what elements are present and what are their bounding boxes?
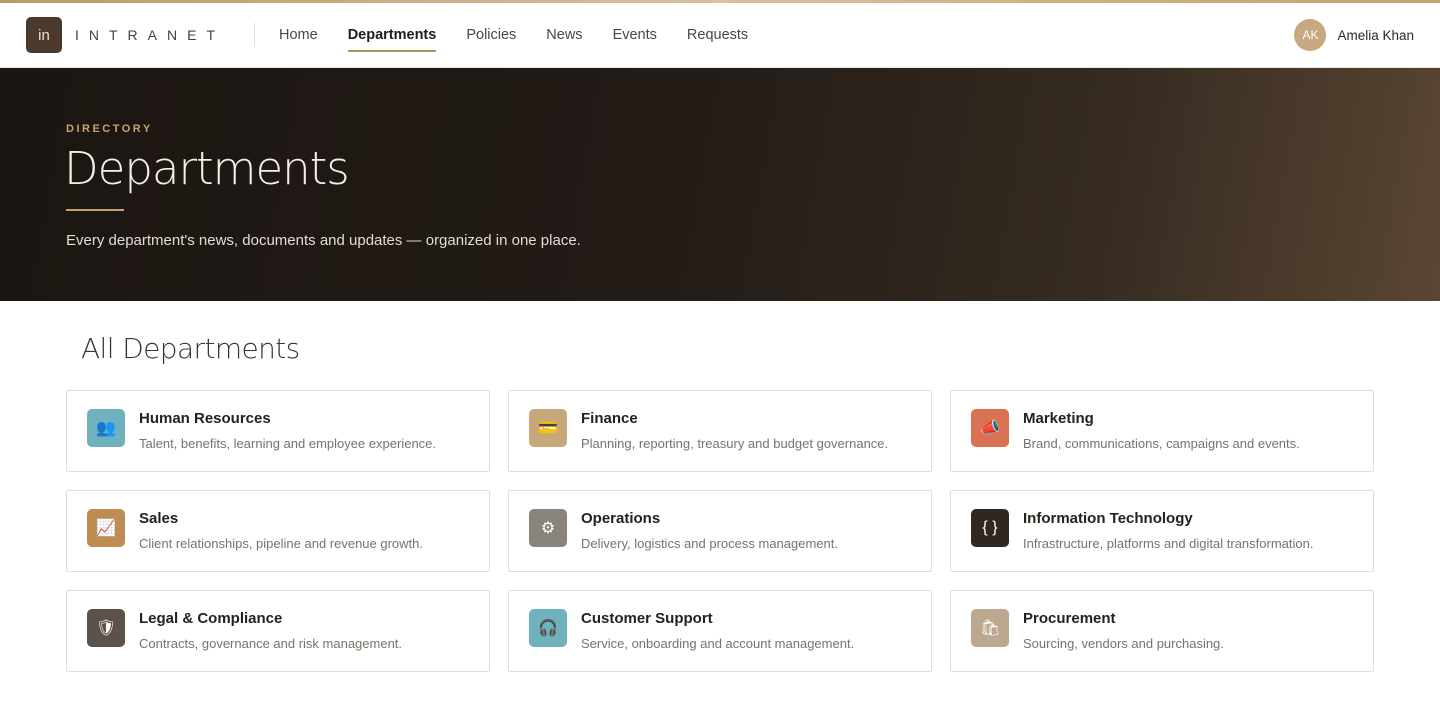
department-card-procurement[interactable]: 🛍 Procurement Sourcing, vendors and purc… [950, 590, 1374, 672]
nav-item-policies[interactable]: Policies [466, 3, 516, 67]
main-nav: Home Departments Policies News Events Re… [279, 3, 778, 67]
nav-item-home[interactable]: Home [279, 3, 318, 67]
department-name: Finance [581, 410, 638, 427]
department-description: Contracts, governance and risk managemen… [139, 636, 403, 651]
department-name: Operations [581, 510, 661, 527]
hero-kicker: DIRECTORY [66, 123, 153, 135]
department-name: Procurement [1023, 610, 1116, 627]
code-braces-icon: { } [971, 509, 1009, 547]
department-name: Marketing [1023, 410, 1094, 427]
user-menu[interactable]: AK Amelia Khan [1294, 19, 1414, 51]
chart-up-icon: 📈 [87, 509, 125, 547]
hero-subtitle: Every department's news, documents and u… [66, 232, 581, 249]
page-title: Departments [64, 142, 350, 195]
gear-icon: ⚙ [529, 509, 567, 547]
department-description: Client relationships, pipeline and reven… [139, 536, 424, 551]
nav-item-requests[interactable]: Requests [687, 3, 748, 67]
department-card-sales[interactable]: 📈 Sales Client relationships, pipeline a… [66, 490, 490, 572]
header-divider [254, 23, 255, 47]
department-card-finance[interactable]: 💳 Finance Planning, reporting, treasury … [508, 390, 932, 472]
department-card-marketing[interactable]: 📣 Marketing Brand, communications, campa… [950, 390, 1374, 472]
logo-mark[interactable]: in [26, 17, 62, 53]
nav-item-events[interactable]: Events [613, 3, 657, 67]
department-description: Infrastructure, platforms and digital tr… [1023, 536, 1314, 551]
headset-icon: 🎧 [529, 609, 567, 647]
department-name: Sales [139, 510, 179, 527]
hero-banner: DIRECTORY Departments Every department's… [0, 68, 1440, 301]
user-name[interactable]: Amelia Khan [1337, 28, 1414, 43]
department-name: Legal & Compliance [139, 610, 283, 627]
department-description: Brand, communications, campaigns and eve… [1023, 436, 1300, 451]
shield-icon: 🛡 [87, 609, 125, 647]
department-card-legal-compliance[interactable]: 🛡 Legal & Compliance Contracts, governan… [66, 590, 490, 672]
department-description: Sourcing, vendors and purchasing. [1023, 636, 1224, 651]
section-title: All Departments [81, 332, 300, 365]
megaphone-icon: 📣 [971, 409, 1009, 447]
department-name: Information Technology [1023, 510, 1193, 527]
department-name: Customer Support [581, 610, 713, 627]
department-card-human-resources[interactable]: 👥 Human Resources Talent, benefits, lear… [66, 390, 490, 472]
avatar[interactable]: AK [1294, 19, 1327, 51]
department-name: Human Resources [139, 410, 271, 427]
shopping-bags-icon: 🛍 [971, 609, 1009, 647]
department-grid: 👥 Human Resources Talent, benefits, lear… [66, 390, 1374, 672]
department-description: Planning, reporting, treasury and budget… [581, 436, 889, 451]
department-description: Talent, benefits, learning and employee … [139, 436, 437, 451]
hero-rule [66, 209, 124, 211]
nav-item-departments[interactable]: Departments [347, 3, 436, 67]
department-card-customer-support[interactable]: 🎧 Customer Support Service, onboarding a… [508, 590, 932, 672]
people-icon: 👥 [87, 409, 125, 447]
credit-card-icon: 💳 [529, 409, 567, 447]
logo-wordmark[interactable]: INTRANET [75, 27, 225, 43]
department-card-information-technology[interactable]: { } Information Technology Infrastructur… [950, 490, 1374, 572]
department-description: Delivery, logistics and process manageme… [581, 536, 838, 551]
department-description: Service, onboarding and account manageme… [581, 636, 855, 651]
top-header: in INTRANET Home Departments Policies Ne… [0, 3, 1440, 68]
department-card-operations[interactable]: ⚙ Operations Delivery, logistics and pro… [508, 490, 932, 572]
nav-item-news[interactable]: News [546, 3, 582, 67]
